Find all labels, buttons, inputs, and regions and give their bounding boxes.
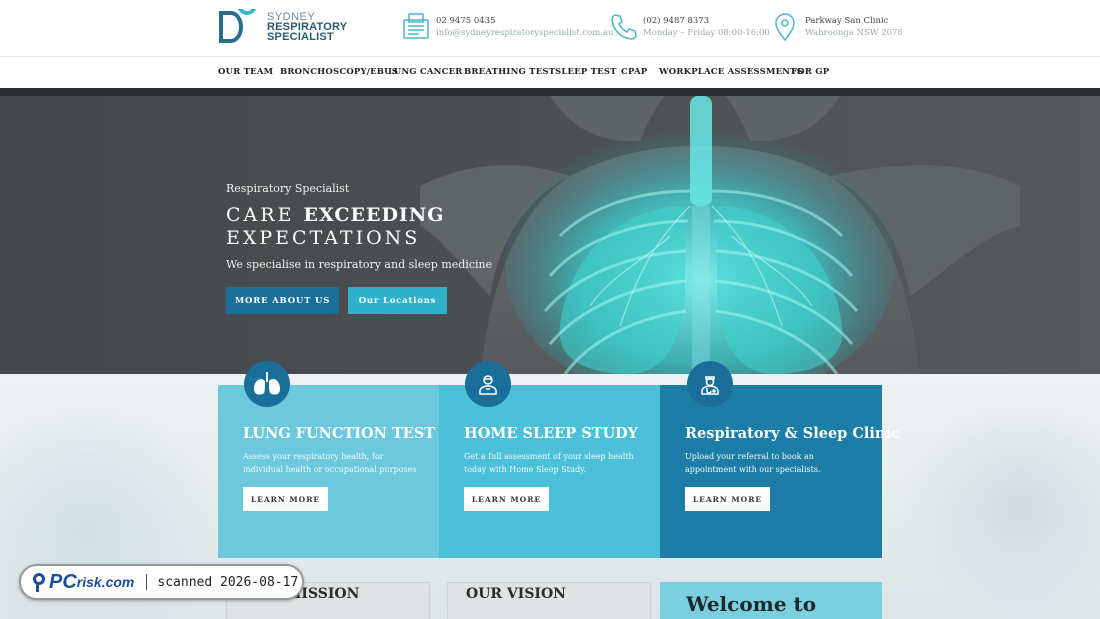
sleeping-person-icon	[465, 361, 511, 407]
contact-phone-number: (02) 9487 8373	[643, 16, 710, 26]
pcrisk-watermark: PC risk.com scanned 2026-08-17	[19, 564, 304, 600]
learn-more-button[interactable]: LEARN MORE	[243, 487, 328, 511]
site-logo[interactable]: SYDNEY RESPIRATORY SPECIALIST	[217, 0, 347, 45]
learn-more-button[interactable]: LEARN MORE	[464, 487, 549, 511]
learn-more-button[interactable]: LEARN MORE	[685, 487, 770, 511]
magnifier-icon	[33, 573, 45, 592]
hero-kicker: Respiratory Specialist	[226, 182, 350, 195]
background-blur-right	[900, 400, 1100, 619]
nav-item-our-team[interactable]: OUR TEAM	[218, 67, 273, 77]
contact-phone[interactable]: (02) 9487 8373 Monday – Friday 08:00-16:…	[608, 12, 770, 42]
scan-date-label: scanned 2026-08-17	[157, 574, 299, 590]
card-title: LUNG FUNCTION TEST	[243, 425, 436, 442]
contact-hours: Monday – Friday 08:00-16:00	[643, 28, 770, 38]
nav-item-breathing-test[interactable]: BREATHING TEST	[464, 67, 555, 77]
doctor-icon	[687, 361, 733, 407]
contact-clinic-name: Parkway San Clinic	[805, 16, 889, 26]
contact-location[interactable]: Parkway San Clinic Wahroonga NSW 2076	[770, 12, 903, 42]
nav-item-workplace-assessments[interactable]: WORKPLACE ASSESSMENTS	[659, 67, 803, 77]
service-card-clinic: Respiratory & Sleep Clinic Upload your r…	[660, 385, 900, 558]
main-nav: OUR TEAM BRONCHOSCOPY/EBUS LUNG CANCER B…	[0, 58, 1100, 88]
hero-title-light: CARE	[226, 204, 295, 226]
card-title: HOME SLEEP STUDY	[464, 425, 639, 442]
our-locations-button[interactable]: Our Locations	[348, 287, 447, 314]
nav-item-bronchoscopy[interactable]: BRONCHOSCOPY/EBUS	[280, 67, 398, 77]
contact-email[interactable]: 02 9475 0435 info@sydneyrespiratoryspeci…	[401, 12, 614, 42]
pcrisk-brand-rest: risk.com	[76, 574, 135, 590]
service-card-lung-function: LUNG FUNCTION TEST Assess your respirato…	[218, 385, 440, 558]
nav-item-lung-cancer[interactable]: LUNG CANCER	[388, 67, 463, 77]
contact-fax-number: 02 9475 0435	[436, 16, 496, 26]
service-card-home-sleep: HOME SLEEP STUDY Get a full assessment o…	[439, 385, 661, 558]
hero-title: CARE EXCEEDING EXPECTATIONS	[226, 204, 444, 250]
hero-title-line2: EXPECTATIONS	[226, 227, 421, 249]
card-text: Assess your respiratory health, for indi…	[243, 452, 417, 474]
hero-banner: Respiratory Specialist CARE EXCEEDING EX…	[0, 96, 1100, 374]
pcrisk-logo: PC risk.com	[31, 571, 134, 594]
card-text: Get a full assessment of your sleep heal…	[464, 452, 634, 474]
contact-email-address[interactable]: info@sydneyrespiratoryspecialist.com.au	[436, 27, 614, 39]
nav-item-cpap[interactable]: CPAP	[621, 67, 647, 77]
lungs-xray-image	[420, 96, 1020, 374]
fax-icon	[401, 12, 431, 42]
welcome-title: Welcome to	[686, 592, 817, 616]
logo-mark-icon	[217, 0, 263, 45]
phone-icon	[608, 12, 638, 42]
logo-line-3: SPECIALIST	[267, 31, 334, 43]
card-text: Upload your referral to book an appointm…	[685, 452, 821, 474]
site-header: SYDNEY RESPIRATORY SPECIALIST 02 9475 04…	[0, 0, 1100, 57]
hero-subtitle: We specialise in respiratory and sleep m…	[226, 258, 493, 271]
lungs-icon	[244, 361, 290, 407]
nav-divider-bar	[0, 88, 1100, 96]
welcome-box: Welcome to	[660, 582, 882, 619]
contact-clinic-address: Wahroonga NSW 2076	[805, 28, 903, 38]
hero-title-bold: EXCEEDING	[303, 204, 445, 226]
pcrisk-brand-pc: PC	[49, 570, 77, 593]
nav-item-sleep-test[interactable]: SLEEP TEST	[555, 67, 617, 77]
nav-item-for-gp[interactable]: FOR GP	[791, 67, 829, 77]
vision-box: OUR VISION	[447, 582, 651, 619]
more-about-us-button[interactable]: MORE ABOUT US	[226, 287, 339, 314]
card-title: Respiratory & Sleep Clinic	[685, 425, 900, 442]
watermark-separator	[146, 574, 148, 590]
vision-title: OUR VISION	[466, 586, 566, 602]
location-pin-icon	[770, 12, 800, 42]
